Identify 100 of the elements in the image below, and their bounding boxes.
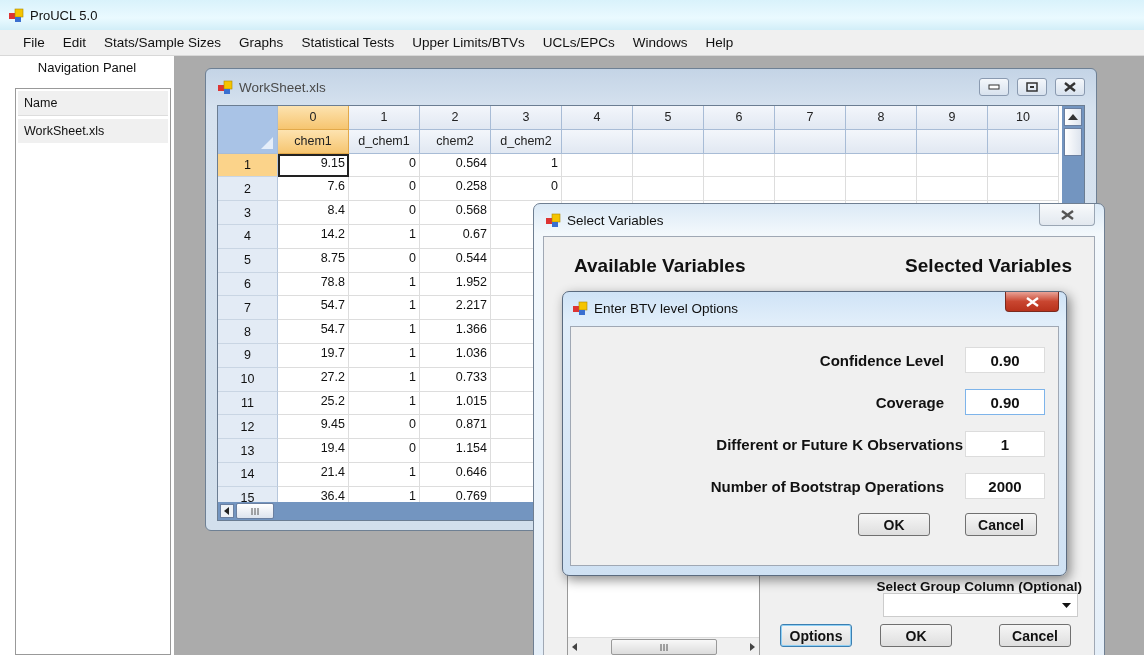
- input-field[interactable]: 0.90: [965, 347, 1045, 373]
- list-header: Name: [18, 91, 168, 116]
- row-header[interactable]: 10: [218, 367, 278, 392]
- field-label: Confidence Level: [819, 351, 944, 369]
- column-header[interactable]: [562, 129, 633, 154]
- menu-item[interactable]: Help: [696, 32, 743, 53]
- table-cell: 0: [349, 248, 420, 273]
- row-header[interactable]: 8: [218, 320, 278, 344]
- row-header[interactable]: 5: [218, 248, 278, 273]
- column-header[interactable]: 3: [491, 106, 562, 130]
- row-header[interactable]: 13: [218, 439, 278, 463]
- scrollbar-thumb[interactable]: [1064, 128, 1082, 156]
- minimize-icon: [988, 84, 1000, 90]
- scrollbar-thumb[interactable]: [610, 639, 717, 655]
- close-button[interactable]: [1005, 292, 1059, 312]
- menu-item[interactable]: Stats/Sample Sizes: [95, 32, 231, 53]
- input-field[interactable]: 2000: [965, 473, 1045, 499]
- input-field[interactable]: 0.90: [965, 389, 1045, 415]
- column-header[interactable]: 0: [278, 106, 349, 130]
- corner-triangle-icon: [261, 136, 273, 149]
- column-header[interactable]: 5: [633, 106, 704, 130]
- column-header[interactable]: [917, 129, 988, 154]
- list-item[interactable]: WorkSheet.xls: [18, 119, 168, 143]
- table-cell: 0.646: [420, 462, 491, 487]
- table-cell: [633, 153, 704, 178]
- column-header[interactable]: [704, 129, 775, 154]
- table-cell: 1.366: [420, 320, 491, 344]
- table-cell: [917, 177, 988, 202]
- table-cell: 0: [349, 177, 420, 202]
- left-arrow-icon: [572, 643, 577, 651]
- column-header[interactable]: 9: [917, 106, 988, 130]
- menu-item[interactable]: File: [14, 32, 54, 53]
- column-header[interactable]: 8: [846, 106, 917, 130]
- table-cell: [704, 177, 775, 202]
- column-header[interactable]: [846, 129, 917, 154]
- grid-corner[interactable]: [218, 106, 278, 154]
- row-header[interactable]: 2: [218, 177, 278, 202]
- table-cell: 0: [349, 201, 420, 225]
- table-cell: [775, 153, 846, 178]
- column-name[interactable]: d_chem1: [349, 129, 420, 154]
- row-header[interactable]: 1: [218, 153, 278, 178]
- table-cell: 8.4: [278, 201, 349, 225]
- row-header[interactable]: 3: [218, 201, 278, 225]
- table-cell: 2.217: [420, 296, 491, 321]
- minimize-button[interactable]: [979, 78, 1009, 96]
- table-cell: 1.952: [420, 272, 491, 297]
- caret-icon: [1062, 602, 1071, 608]
- scrollbar-thumb[interactable]: [236, 503, 274, 519]
- field-label: Coverage: [875, 393, 944, 411]
- table-cell: 1.015: [420, 391, 491, 416]
- column-header[interactable]: [988, 129, 1059, 154]
- column-header[interactable]: [633, 129, 704, 154]
- cancel-button[interactable]: Cancel: [965, 513, 1037, 536]
- menu-item[interactable]: Upper Limits/BTVs: [403, 32, 534, 53]
- row-header[interactable]: 14: [218, 462, 278, 487]
- column-header[interactable]: 7: [775, 106, 846, 130]
- column-header[interactable]: [775, 129, 846, 154]
- table-cell: 0.733: [420, 367, 491, 392]
- row-header[interactable]: 6: [218, 272, 278, 297]
- table-cell: [562, 177, 633, 202]
- up-arrow-icon: [1068, 114, 1078, 120]
- app-icon: [217, 79, 233, 95]
- column-header[interactable]: 6: [704, 106, 775, 130]
- menu-item[interactable]: UCLs/EPCs: [533, 32, 624, 53]
- table-cell: 19.7: [278, 343, 349, 368]
- field-label: Different or Future K Observations: [716, 435, 963, 453]
- column-name[interactable]: chem1: [278, 129, 349, 154]
- column-header[interactable]: 4: [562, 106, 633, 130]
- menu-item[interactable]: Windows: [623, 32, 697, 53]
- column-header[interactable]: 1: [349, 106, 420, 130]
- ok-button[interactable]: OK: [858, 513, 930, 536]
- row-header[interactable]: 11: [218, 391, 278, 416]
- group-column-dropdown[interactable]: [883, 593, 1078, 617]
- column-name[interactable]: chem2: [420, 129, 491, 154]
- row-header[interactable]: 7: [218, 296, 278, 321]
- options-button[interactable]: Options: [780, 624, 852, 647]
- table-cell: 0.564: [420, 153, 491, 178]
- maximize-button[interactable]: [1017, 78, 1047, 96]
- horizontal-scrollbar[interactable]: [568, 637, 759, 655]
- table-cell: 27.2: [278, 367, 349, 392]
- table-cell: 8.75: [278, 248, 349, 273]
- menu-item[interactable]: Graphs: [230, 32, 293, 53]
- row-header[interactable]: 9: [218, 343, 278, 368]
- cancel-button[interactable]: Cancel: [999, 624, 1071, 647]
- table-cell: 1: [491, 153, 562, 178]
- table-cell: [988, 153, 1059, 178]
- menu-item[interactable]: Statistical Tests: [292, 32, 404, 53]
- close-button[interactable]: [1055, 78, 1085, 96]
- row-header[interactable]: 12: [218, 415, 278, 440]
- menu-item[interactable]: Edit: [53, 32, 96, 53]
- close-button[interactable]: [1039, 204, 1095, 226]
- row-header[interactable]: 4: [218, 225, 278, 249]
- app-title: ProUCL 5.0: [30, 7, 98, 23]
- ok-button[interactable]: OK: [880, 624, 952, 647]
- column-header[interactable]: 10: [988, 106, 1059, 130]
- app-icon: [8, 7, 24, 23]
- column-name[interactable]: d_chem2: [491, 129, 562, 154]
- input-field[interactable]: 1: [965, 431, 1045, 457]
- table-cell: 54.7: [278, 296, 349, 321]
- column-header[interactable]: 2: [420, 106, 491, 130]
